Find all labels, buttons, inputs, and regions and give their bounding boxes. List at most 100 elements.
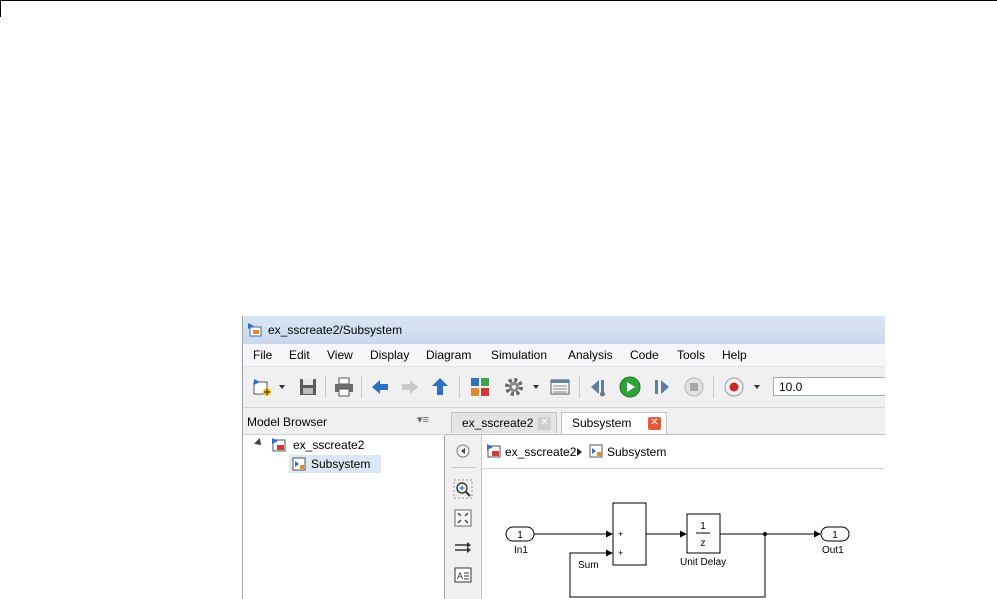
back-button[interactable] xyxy=(369,376,391,398)
menu-analysis[interactable]: Analysis xyxy=(568,348,613,362)
breadcrumb: ex_sscreate2 Subsystem xyxy=(482,435,885,469)
simulink-model-icon xyxy=(248,323,262,337)
record-button[interactable] xyxy=(723,376,745,398)
model-explorer-icon xyxy=(550,379,570,395)
stop-time-input[interactable]: 10.0 xyxy=(773,377,885,396)
diagram-palette: A xyxy=(445,435,482,599)
arrow-up-icon xyxy=(432,378,448,395)
route-lines-button[interactable] xyxy=(453,537,473,557)
editor-tabs: ex_sscreate2 ✕ Subsystem ✕ xyxy=(445,408,885,435)
breadcrumb-root[interactable]: ex_sscreate2 xyxy=(505,445,576,459)
toolbar-separator xyxy=(459,376,460,398)
diagram-canvas: 1 In1 + + Sum 1 z Unit Delay 1 Out1 xyxy=(482,469,885,599)
tab-subsystem[interactable]: Subsystem ✕ xyxy=(561,412,667,434)
sum-sign-1: + xyxy=(618,529,623,539)
signal-feedback[interactable] xyxy=(569,534,766,598)
menu-diagram[interactable]: Diagram xyxy=(426,348,471,362)
in1-block[interactable]: 1 xyxy=(505,526,535,542)
settings-dropdown-arrow[interactable] xyxy=(533,385,539,389)
model-browser-tree: ex_sscreate2 Subsystem xyxy=(243,435,445,599)
out1-label: Out1 xyxy=(822,545,844,556)
forward-button[interactable] xyxy=(399,376,421,398)
sum-block[interactable]: + + xyxy=(612,502,647,566)
arrow-left-icon xyxy=(372,380,388,394)
print-button[interactable] xyxy=(333,376,355,398)
step-back-button[interactable] xyxy=(587,376,609,398)
breadcrumb-separator-icon xyxy=(577,448,582,456)
stop-icon xyxy=(684,377,704,397)
step-back-icon xyxy=(591,380,605,397)
page-left-rule xyxy=(0,0,1,17)
tree-item-subsystem[interactable]: Subsystem xyxy=(289,455,381,473)
svg-text:A: A xyxy=(457,571,463,581)
step-forward-icon xyxy=(655,380,669,394)
close-icon[interactable]: ✕ xyxy=(648,417,661,430)
zoom-icon xyxy=(453,479,473,499)
model-settings-button[interactable] xyxy=(503,376,525,398)
step-forward-button[interactable] xyxy=(651,376,673,398)
model-icon xyxy=(272,438,286,452)
zoom-button[interactable] xyxy=(453,479,473,499)
record-icon xyxy=(724,377,744,397)
menu-tools[interactable]: Tools xyxy=(677,348,705,362)
menu-view[interactable]: View xyxy=(327,348,353,362)
menu-display[interactable]: Display xyxy=(370,348,409,362)
toolbar-separator xyxy=(361,376,362,398)
model-browser-header: Model Browser ▾≡ xyxy=(243,408,444,435)
in1-port-number: 1 xyxy=(517,530,523,541)
window-title: ex_sscreate2/Subsystem xyxy=(268,323,403,337)
unit-delay-numerator: 1 xyxy=(700,521,706,532)
up-to-parent-button[interactable] xyxy=(429,376,451,398)
new-dropdown-arrow[interactable] xyxy=(279,385,285,389)
tab-label: ex_sscreate2 xyxy=(462,416,534,430)
simulink-window: ex_sscreate2/Subsystem File Edit View Di… xyxy=(242,316,885,599)
hide-show-browser-button[interactable] xyxy=(453,441,473,461)
run-button[interactable] xyxy=(619,376,641,398)
printer-icon xyxy=(335,377,353,397)
unit-delay-label: Unit Delay xyxy=(680,557,726,568)
annotation-button[interactable]: A xyxy=(453,565,473,585)
new-model-icon xyxy=(253,379,271,396)
sum-sign-2: + xyxy=(618,548,623,558)
unit-delay-block[interactable]: 1 z xyxy=(686,513,721,554)
tree-collapse-arrow-icon[interactable] xyxy=(254,438,264,448)
play-icon xyxy=(619,376,641,398)
arrow-right-icon xyxy=(402,380,418,394)
fit-to-view-button[interactable] xyxy=(453,508,473,528)
out1-port-number: 1 xyxy=(832,530,838,541)
library-browser-icon xyxy=(471,378,489,396)
menu-file[interactable]: File xyxy=(253,348,272,362)
library-browser-button[interactable] xyxy=(469,376,491,398)
tree-item-ex-sscreate2[interactable]: ex_sscreate2 xyxy=(243,436,443,454)
save-icon xyxy=(300,379,316,395)
close-icon[interactable]: ✕ xyxy=(538,417,551,430)
route-lines-icon xyxy=(455,542,471,553)
menu-edit[interactable]: Edit xyxy=(289,348,310,362)
menu-help[interactable]: Help xyxy=(722,348,747,362)
stop-button[interactable] xyxy=(683,376,705,398)
toolbar-separator xyxy=(579,376,580,398)
palette-divider xyxy=(451,467,475,468)
subsystem-icon xyxy=(589,444,603,458)
new-model-button[interactable] xyxy=(251,376,273,398)
menu-bar: File Edit View Display Diagram Simulatio… xyxy=(243,344,885,367)
model-icon xyxy=(487,444,501,458)
record-dropdown-arrow[interactable] xyxy=(754,385,760,389)
subsystem-icon xyxy=(292,457,306,471)
menu-simulation[interactable]: Simulation xyxy=(491,348,547,362)
menu-code[interactable]: Code xyxy=(630,348,659,362)
title-bar: ex_sscreate2/Subsystem xyxy=(243,316,885,344)
model-browser-menu-button[interactable]: ▾≡ xyxy=(417,413,429,426)
gear-icon xyxy=(505,378,523,396)
breadcrumb-child[interactable]: Subsystem xyxy=(607,445,666,459)
toolbar-separator xyxy=(713,376,714,398)
tab-ex-sscreate2[interactable]: ex_sscreate2 ✕ xyxy=(451,412,557,433)
model-explorer-button[interactable] xyxy=(549,376,571,398)
tree-item-label: Subsystem xyxy=(311,457,371,471)
out1-block[interactable]: 1 xyxy=(820,526,850,542)
tab-label: Subsystem xyxy=(572,416,632,430)
save-button[interactable] xyxy=(297,376,319,398)
page-top-rule xyxy=(0,0,997,1)
model-browser-title: Model Browser xyxy=(247,415,328,429)
collapse-browser-icon xyxy=(456,444,470,458)
